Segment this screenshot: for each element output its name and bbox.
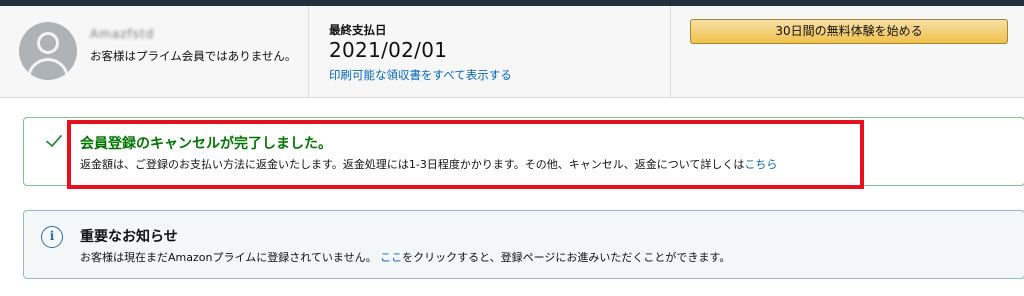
info-alert-text-after: をクリックすると、登録ページにお進みいただくことができます。 xyxy=(402,251,731,264)
info-alert-text-before: お客様は現在まだAmazonプライムに登録されていません。 xyxy=(80,251,377,264)
avatar-shoulders xyxy=(27,58,69,80)
last-payment-label: 最終支払日 xyxy=(329,23,387,37)
avatar-icon xyxy=(19,22,77,80)
column-divider xyxy=(308,6,309,98)
info-alert-title: 重要なお知らせ xyxy=(80,229,178,245)
last-payment-date: 2021/02/01 xyxy=(329,38,448,62)
column-divider xyxy=(670,6,671,98)
highlight-annotation-box xyxy=(67,120,864,189)
start-free-trial-button[interactable]: 30日間の無料体験を始める xyxy=(690,19,1008,44)
member-name: Amazfstd xyxy=(90,27,155,41)
signup-page-link[interactable]: ここ xyxy=(380,251,402,264)
receipts-link[interactable]: 印刷可能な領収書をすべて表示する xyxy=(329,67,512,83)
info-icon: i xyxy=(41,226,63,248)
membership-summary-header: Amazfstd お客様はプライム会員ではありません。 最終支払日 2021/0… xyxy=(0,6,1024,98)
info-alert-body: お客様は現在まだAmazonプライムに登録されていません。 ここをクリックすると… xyxy=(80,249,730,265)
avatar-head xyxy=(37,32,59,54)
check-icon xyxy=(46,135,62,147)
membership-status-text: お客様はプライム会員ではありません。 xyxy=(90,49,297,63)
